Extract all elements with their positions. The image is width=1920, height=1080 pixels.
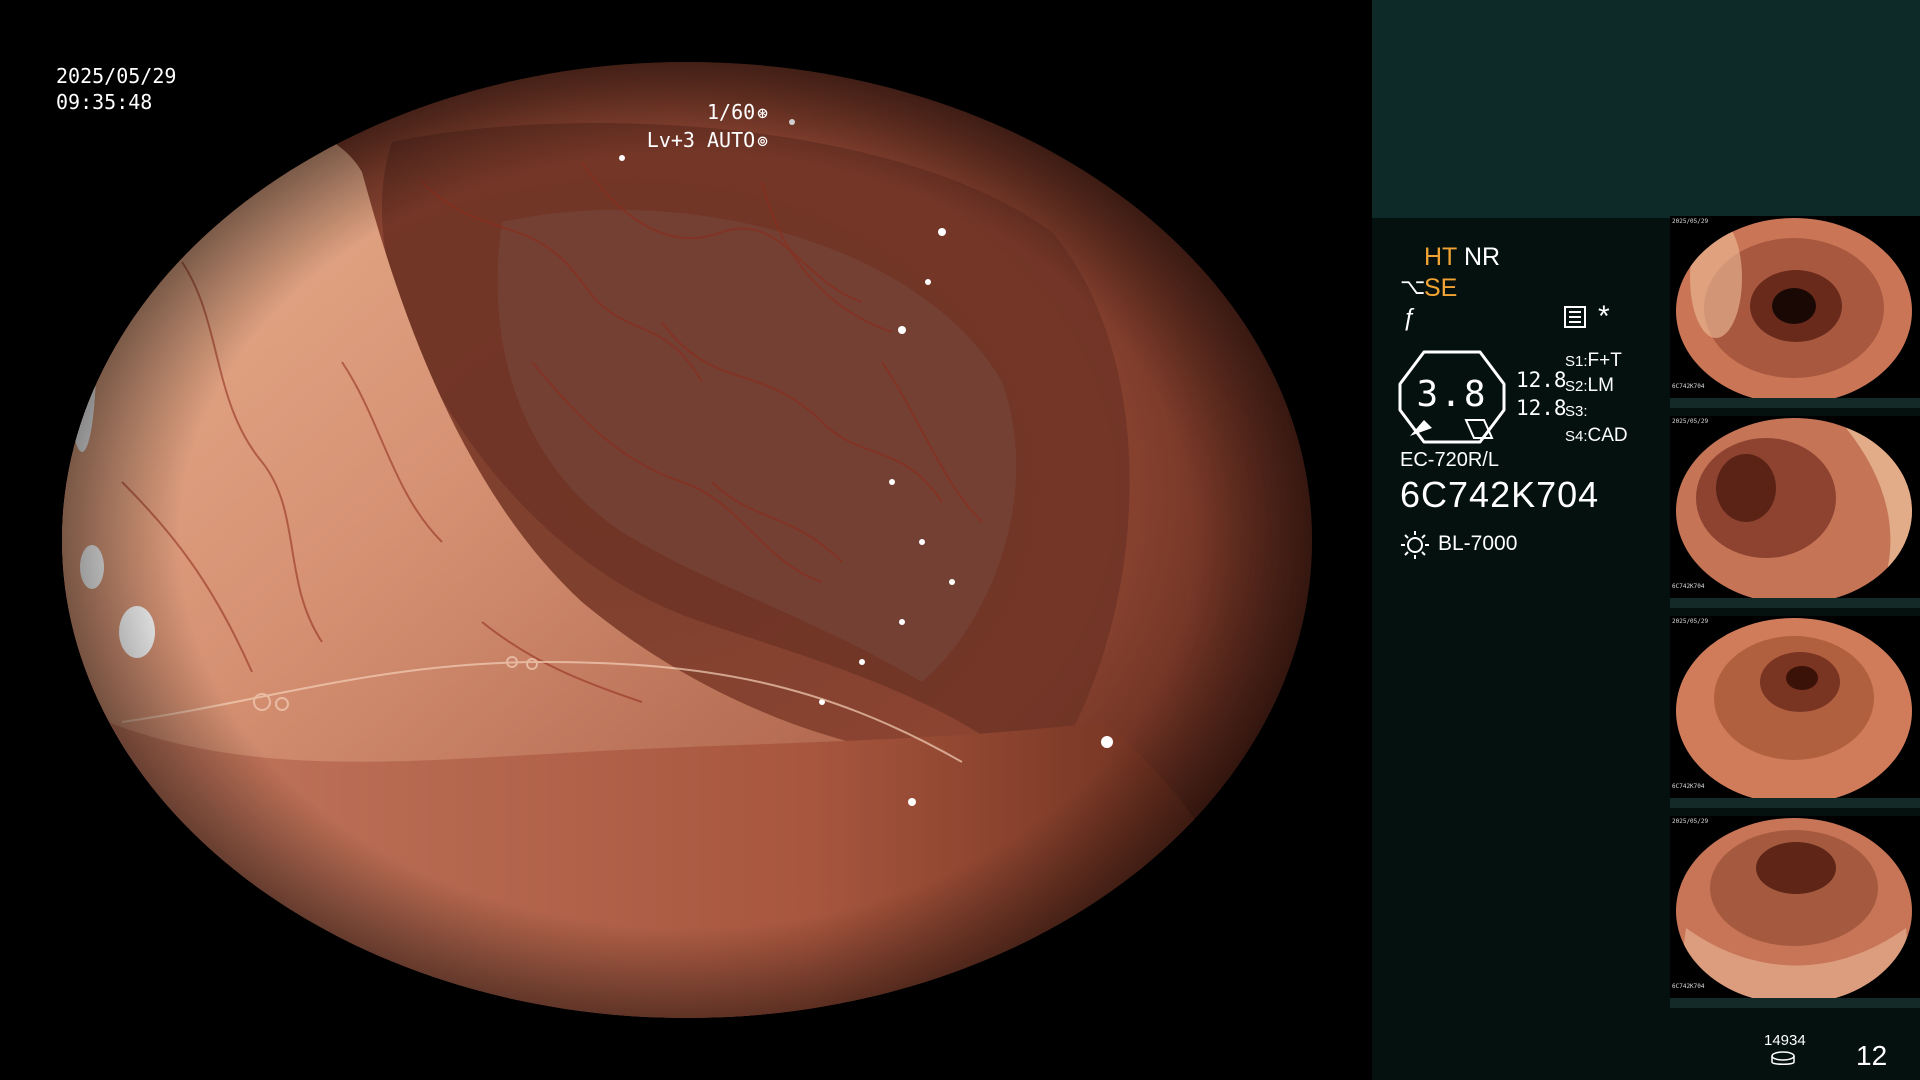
thumbnail-serial: 6C742K704 (1672, 983, 1705, 990)
endoscopic-image (62, 62, 1312, 1018)
image-count: 14934 (1764, 1032, 1806, 1049)
thumbnail-footer (1670, 398, 1920, 408)
switch-slot-4: S4:CAD (1565, 425, 1628, 446)
gauge: 3.8 (1396, 350, 1508, 444)
switch-slot-2: S2:LM (1565, 375, 1614, 396)
light-source-model: BL-7000 (1438, 532, 1518, 555)
shutter-readout: 1/60 ⊛ (707, 98, 768, 128)
page-number: 12 (1856, 1040, 1888, 1071)
thumbnail-serial: 6C742K704 (1672, 583, 1705, 590)
asterisk-icon: * (1598, 300, 1610, 333)
gauge-right-marker (1464, 419, 1494, 439)
thumbnail-image (1676, 218, 1912, 404)
live-endoscope-view: 2025/05/29 09:35:48 1/60 ⊛ Lv+3 AUTO ⊚ (0, 0, 1372, 1080)
thumbnail-footer (1670, 998, 1920, 1008)
thumbnail-footer (1670, 798, 1920, 808)
gauge-readout-2: 12.8 (1516, 396, 1567, 420)
light-level-value: Lv+3 AUTO (646, 128, 756, 152)
scope-serial: 6C742K704 (1400, 474, 1600, 515)
capture-thumbnail[interactable]: 2025/05/29 6C742K704 (1670, 416, 1920, 608)
thumbnail-serial: 6C742K704 (1672, 783, 1705, 790)
capture-thumbnail[interactable]: 2025/05/29 6C742K704 (1670, 816, 1920, 1008)
light-source-icon (1401, 531, 1429, 559)
menu-icon (1564, 306, 1586, 328)
switch-slot-3: S3: (1565, 403, 1588, 420)
info-header (1372, 0, 1920, 218)
thumbnail-image (1676, 418, 1912, 604)
sharpness-icon: ƒ (1402, 304, 1416, 331)
gauge-value: 3.8 (1416, 374, 1488, 415)
light-level-readout: Lv+3 AUTO ⊚ (647, 126, 768, 156)
thumbnail-serial: 6C742K704 (1672, 383, 1705, 390)
scope-model: EC-720R/L (1400, 449, 1499, 471)
capture-thumbnail[interactable]: 2025/05/29 6C742K704 (1670, 616, 1920, 808)
thumbnail-footer (1670, 598, 1920, 608)
switch-slot-1: S1:F+T (1565, 350, 1622, 371)
thumbnail-image (1676, 618, 1912, 804)
structure-enhance-icon: ⌥ (1400, 274, 1426, 299)
thumbnail-date: 2025/05/29 (1672, 418, 1709, 425)
gauge-readout-1: 12.8 (1516, 368, 1567, 392)
date-readout: 2025/05/29 (56, 64, 177, 88)
storage-disk-icon (1771, 1051, 1795, 1065)
hue-tone-label: HT (1424, 243, 1458, 271)
time-readout: 09:35:48 (56, 90, 153, 114)
shutter-value: 1/60 (706, 100, 756, 124)
noise-reduction-label: NR (1464, 243, 1501, 271)
info-panel: HT NR ⌥ SE ƒ * 3.8 12.8 12.8 S1:F+T S2:L… (1372, 0, 1920, 1080)
structure-enhance-label: SE (1424, 274, 1458, 302)
thumbnail-date: 2025/05/29 (1672, 618, 1709, 625)
thumbnail-date: 2025/05/29 (1672, 818, 1709, 825)
capture-thumbnail[interactable]: 2025/05/29 6C742K704 (1670, 216, 1920, 408)
thumbnail-image (1676, 818, 1912, 1004)
thumbnail-date: 2025/05/29 (1672, 218, 1709, 225)
auto-iris-icon: ⊚ (757, 131, 768, 152)
shutter-icon: ⊛ (757, 103, 768, 124)
